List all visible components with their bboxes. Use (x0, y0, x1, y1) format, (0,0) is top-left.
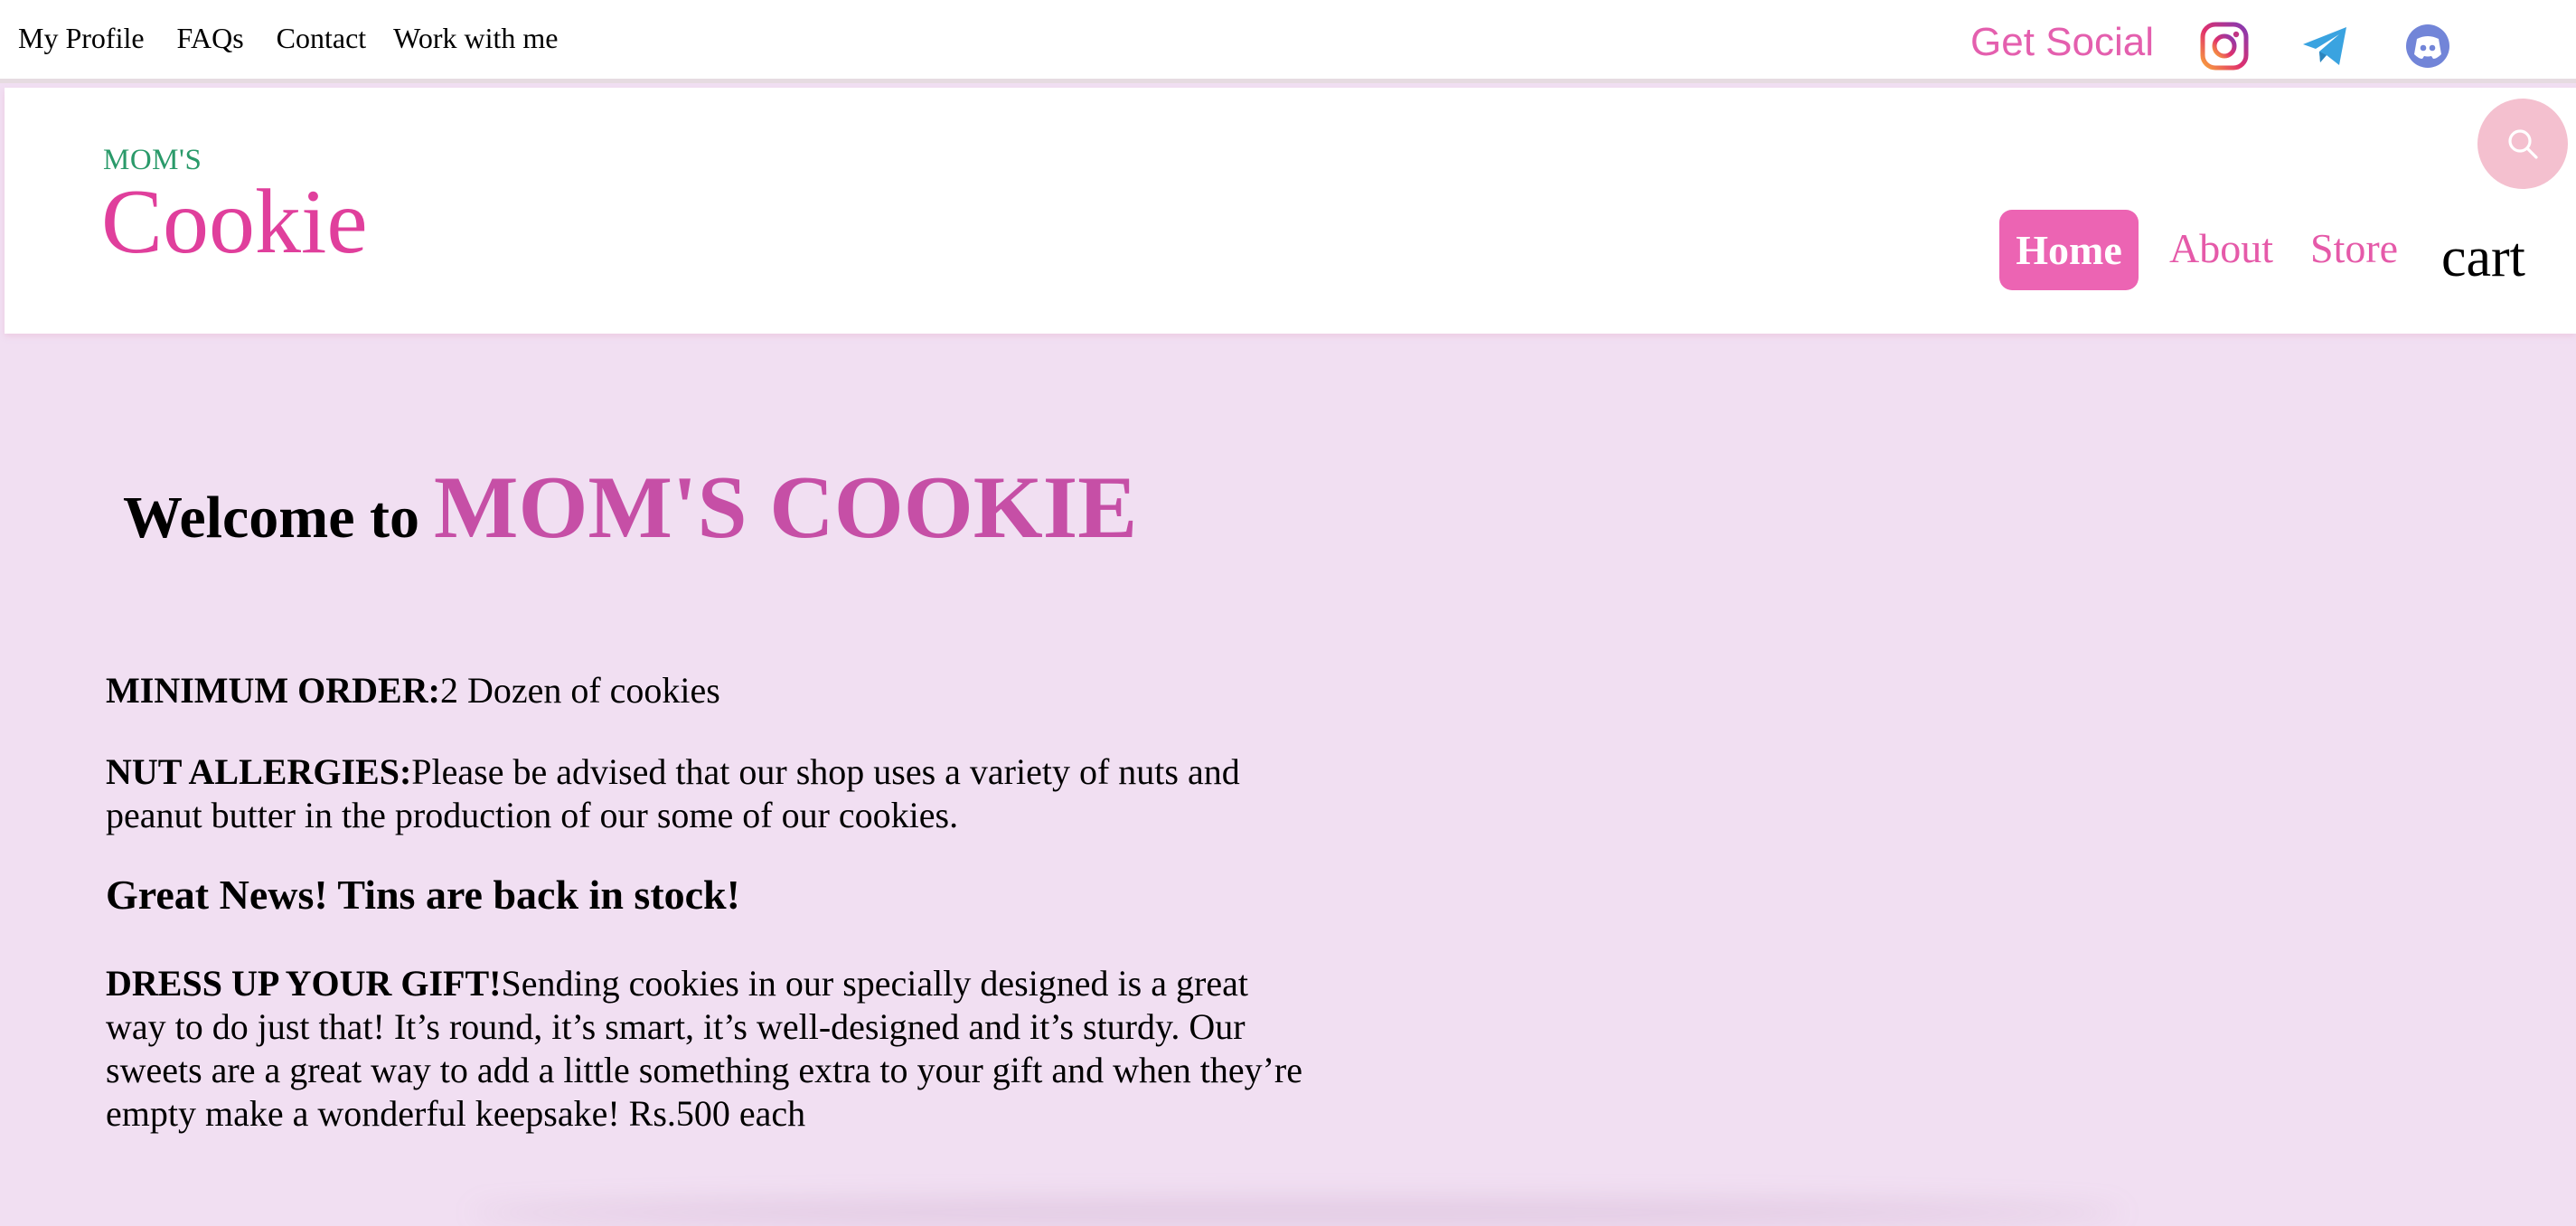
nav-cart-link[interactable]: cart (2441, 226, 2525, 290)
nav-home-button[interactable]: Home (1999, 210, 2139, 290)
minimum-order-text: MINIMUM ORDER:2 Dozen of cookies (106, 669, 1308, 712)
faqs-link[interactable]: FAQs (177, 22, 244, 55)
discord-icon[interactable] (2403, 22, 2452, 71)
nut-allergies-label: NUT ALLERGIES: (106, 751, 412, 792)
site-header: MOM'S Cookie Home About Store cart (5, 88, 2576, 334)
content-card-shadow (470, 1199, 2124, 1226)
contact-link[interactable]: Contact (277, 22, 367, 55)
top-utility-bar: My Profile FAQs Contact Work with me Get… (0, 0, 2576, 83)
top-links: My Profile FAQs Contact Work with me (18, 22, 590, 55)
my-profile-link[interactable]: My Profile (18, 22, 145, 55)
welcome-brand: MOM'S COOKIE (434, 458, 1138, 557)
gift-label: DRESS UP YOUR GIFT! (106, 963, 502, 1004)
welcome-prefix: Welcome to (123, 485, 420, 551)
news-heading: Great News! Tins are back in stock! (106, 872, 740, 918)
minimum-order-label: MINIMUM ORDER: (106, 670, 440, 711)
search-button[interactable] (2477, 99, 2568, 189)
telegram-icon[interactable] (2301, 22, 2350, 71)
nav-store-link[interactable]: Store (2310, 224, 2398, 272)
search-icon (2508, 129, 2538, 159)
gift-text: DRESS UP YOUR GIFT!Sending cookies in ou… (106, 962, 1308, 1136)
minimum-order-value: 2 Dozen of cookies (439, 670, 720, 711)
nut-allergies-text: NUT ALLERGIES:Please be advised that our… (106, 750, 1308, 837)
brand-logo-text[interactable]: Cookie (101, 176, 368, 269)
get-social-label: Get Social (1970, 20, 2154, 64)
welcome-heading: Welcome to MOM'S COOKIE (123, 457, 1137, 559)
instagram-icon[interactable] (2200, 22, 2249, 71)
nav-about-link[interactable]: About (2169, 224, 2273, 272)
work-with-me-link[interactable]: Work with me (393, 22, 558, 55)
